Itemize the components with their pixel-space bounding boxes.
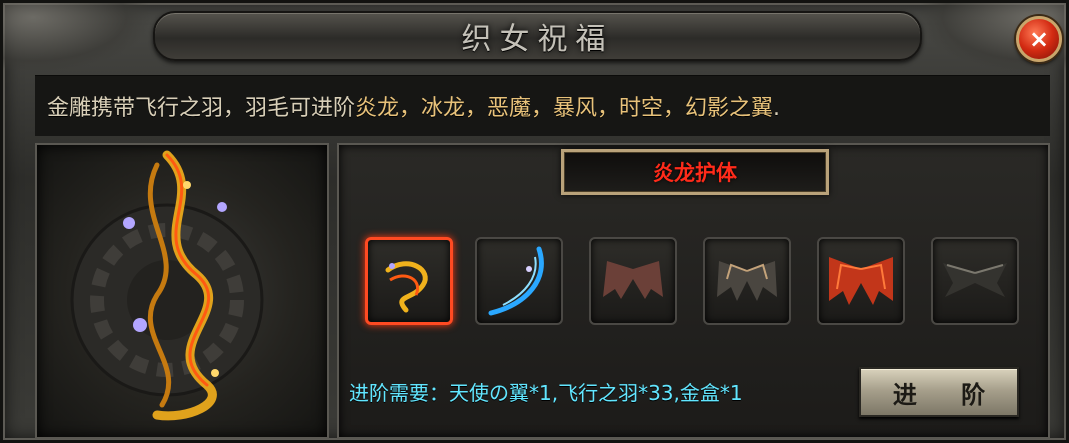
phantom-wing-icon — [943, 263, 1007, 297]
description-highlight: 炎龙，冰龙，恶魔，暴风，时空，幻影之翼 — [355, 96, 774, 121]
wing-slot-demon[interactable] — [589, 237, 677, 325]
close-icon: × — [1028, 25, 1050, 53]
close-button[interactable]: × — [1016, 16, 1062, 62]
ice-dragon-wing-icon — [488, 246, 544, 316]
wing-slot-storm[interactable] — [703, 237, 791, 325]
description-bar: 金雕携带飞行之羽，羽毛可进阶炎龙，冰龙，恶魔，暴风，时空，幻影之翼. — [35, 75, 1050, 136]
title-bar: 织女祝福 — [153, 11, 922, 61]
fire-dragon-preview-icon — [70, 150, 264, 421]
description-prefix: 金雕携带飞行之羽，羽毛可进阶 — [47, 96, 356, 121]
window-title: 织女祝福 — [461, 22, 614, 57]
selected-wing-name: 炎龙护体 — [561, 149, 829, 195]
wing-slot-phantom[interactable] — [931, 237, 1019, 325]
requirement-text: 进阶需要：天使の翼*1,飞行之羽*33,金盒*1 — [349, 381, 743, 405]
demon-wing-icon — [603, 261, 663, 299]
fire-dragon-wing-icon — [385, 261, 428, 313]
wing-slot-fire-dragon[interactable] — [365, 237, 453, 325]
advance-button[interactable]: 进 阶 — [859, 367, 1019, 417]
storm-wing-icon — [717, 261, 777, 301]
wing-preview — [35, 143, 329, 439]
wing-slot-time-space[interactable] — [817, 237, 905, 325]
upgrade-panel: 炎龙护体 进阶需要：天使の翼*1,飞行之羽*33,金盒*1 进 阶 — [337, 143, 1050, 439]
time-space-wing-icon — [829, 257, 893, 305]
window-frame: 织女祝福 × 金雕携带飞行之羽，羽毛可进阶炎龙，冰龙，恶魔，暴风，时空，幻影之翼… — [0, 0, 1069, 443]
ornament-left — [3, 3, 153, 73]
wing-slot-ice-dragon[interactable] — [475, 237, 563, 325]
description-text: 金雕携带飞行之羽，羽毛可进阶炎龙，冰龙，恶魔，暴风，时空，幻影之翼. — [35, 90, 780, 122]
description-suffix: . — [773, 96, 781, 121]
